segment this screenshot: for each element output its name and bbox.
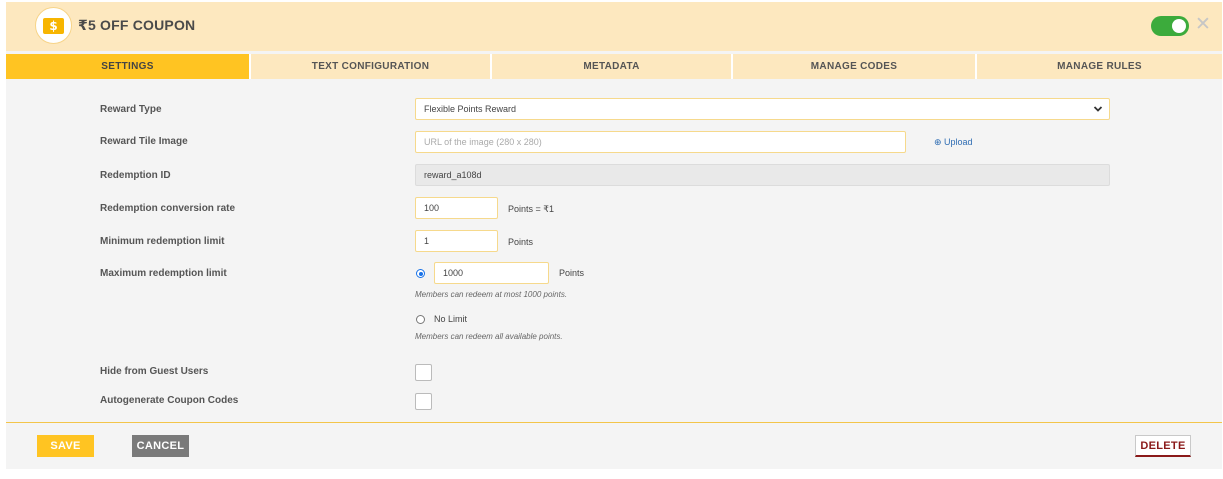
coupon-icon-glyph: $ — [49, 18, 58, 33]
cancel-button[interactable]: CANCEL — [132, 435, 189, 457]
reward-type-select[interactable]: Flexible Points Reward — [415, 98, 1110, 120]
upload-link[interactable]: ⊕ Upload — [934, 137, 973, 148]
redemption-id-value: reward_a108d — [424, 170, 482, 180]
max-limit-value: 1000 — [443, 268, 464, 278]
conversion-rate-value: 100 — [424, 203, 440, 213]
tab-text-configuration[interactable]: TEXT CONFIGURATION — [251, 54, 492, 79]
conversion-rate-input[interactable]: 100 — [415, 197, 498, 219]
footer-divider — [6, 422, 1222, 423]
conversion-rate-unit: Points = ₹1 — [508, 204, 555, 214]
redemption-id-label: Redemption ID — [100, 170, 171, 181]
hide-guest-checkbox[interactable] — [415, 364, 432, 381]
max-limit-radio[interactable] — [416, 269, 425, 278]
max-limit-label: Maximum redemption limit — [100, 268, 227, 279]
min-limit-input[interactable]: 1 — [415, 230, 498, 252]
coupon-badge: $ — [35, 7, 72, 44]
chevron-down-icon — [1093, 106, 1103, 112]
tab-manage-codes[interactable]: MANAGE CODES — [733, 54, 977, 79]
reward-type-value: Flexible Points Reward — [424, 104, 517, 114]
tab-manage-rules[interactable]: MANAGE RULES — [977, 54, 1222, 79]
tab-settings[interactable]: SETTINGS — [6, 54, 251, 79]
tile-image-url-input[interactable]: URL of the image (280 x 280) — [415, 131, 906, 153]
active-toggle[interactable] — [1151, 16, 1189, 36]
reward-type-label: Reward Type — [100, 104, 162, 115]
min-limit-unit: Points — [508, 237, 534, 247]
panel-header: $ ₹5 OFF COUPON ✕ — [6, 2, 1222, 51]
autogenerate-label: Autogenerate Coupon Codes — [100, 395, 239, 406]
delete-button[interactable]: DELETE — [1135, 435, 1191, 457]
conversion-rate-label: Redemption conversion rate — [100, 203, 236, 214]
save-button[interactable]: SAVE — [37, 435, 94, 457]
max-limit-input[interactable]: 1000 — [434, 262, 549, 284]
tile-image-label: Reward Tile Image — [100, 136, 188, 147]
no-limit-hint: Members can redeem all available points. — [415, 332, 563, 341]
redemption-id-field: reward_a108d — [415, 164, 1110, 186]
toggle-knob — [1172, 19, 1186, 33]
reward-editor-panel: $ ₹5 OFF COUPON ✕ SETTINGS TEXT CONFIGUR… — [6, 2, 1222, 469]
max-limit-hint: Members can redeem at most 1000 points. — [415, 290, 568, 299]
tab-metadata[interactable]: METADATA — [492, 54, 733, 79]
min-limit-value: 1 — [424, 236, 430, 246]
reward-title: ₹5 OFF COUPON — [78, 17, 196, 33]
min-limit-label: Minimum redemption limit — [100, 236, 225, 247]
max-limit-unit: Points — [559, 268, 585, 278]
autogenerate-checkbox[interactable] — [415, 393, 432, 410]
tile-image-placeholder: URL of the image (280 x 280) — [424, 137, 542, 147]
hide-guest-label: Hide from Guest Users — [100, 366, 209, 377]
coupon-icon: $ — [43, 17, 64, 34]
no-limit-label: No Limit — [434, 314, 468, 324]
close-icon[interactable]: ✕ — [1195, 14, 1211, 34]
no-limit-radio[interactable] — [416, 315, 425, 324]
tab-bar: SETTINGS TEXT CONFIGURATION METADATA MAN… — [6, 54, 1222, 79]
